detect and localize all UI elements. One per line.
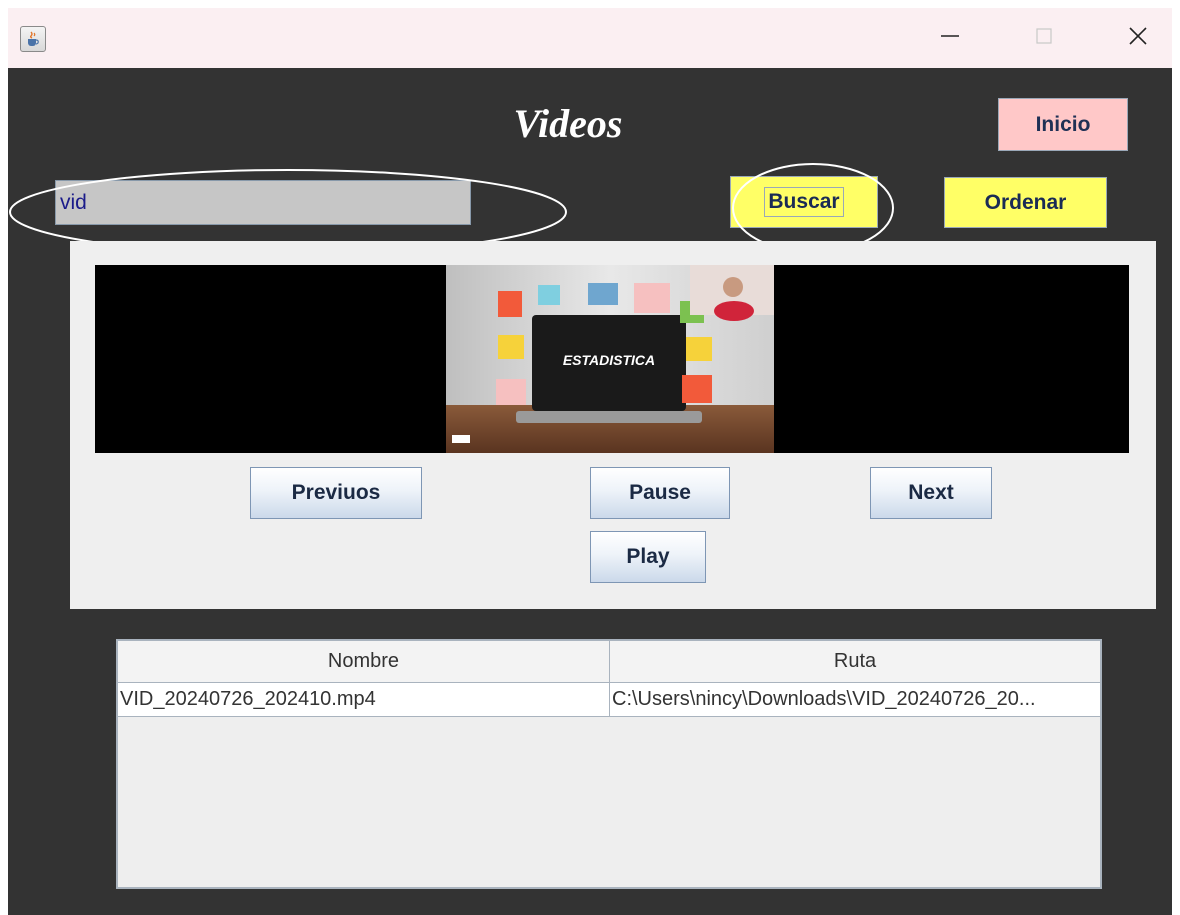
- app-window: Videos Inicio Buscar Ordenar: [8, 8, 1172, 915]
- thumbnail-title: ESTADISTICA: [563, 352, 655, 368]
- play-button[interactable]: Play: [590, 531, 706, 583]
- video-player[interactable]: ESTADISTICA: [95, 265, 1129, 453]
- main-panel: Videos Inicio Buscar Ordenar: [8, 68, 1172, 915]
- minimize-icon[interactable]: [920, 8, 980, 64]
- cell-nombre: VID_20240726_202410.mp4: [118, 683, 610, 716]
- ordenar-button[interactable]: Ordenar: [944, 177, 1107, 228]
- inicio-button[interactable]: Inicio: [998, 98, 1128, 151]
- column-header-ruta[interactable]: Ruta: [610, 641, 1100, 683]
- title-bar: [8, 8, 1172, 68]
- player-panel: ESTADISTICA Previuos Pause Next Play: [70, 241, 1156, 609]
- buscar-label: Buscar: [764, 187, 844, 217]
- pause-button[interactable]: Pause: [590, 467, 730, 519]
- page-title: Videos: [513, 101, 623, 146]
- maximize-icon[interactable]: [1014, 8, 1074, 64]
- buscar-button[interactable]: Buscar: [730, 176, 878, 228]
- close-icon[interactable]: [1108, 8, 1168, 64]
- previous-button[interactable]: Previuos: [250, 467, 422, 519]
- video-frame: ESTADISTICA: [446, 265, 774, 453]
- java-cup-icon[interactable]: [20, 26, 46, 52]
- videos-table[interactable]: Nombre Ruta VID_20240726_202410.mp4 C:\U…: [116, 639, 1102, 889]
- table-row[interactable]: VID_20240726_202410.mp4 C:\Users\nincy\D…: [118, 683, 1100, 717]
- column-header-nombre[interactable]: Nombre: [118, 641, 610, 683]
- next-button[interactable]: Next: [870, 467, 992, 519]
- cell-ruta: C:\Users\nincy\Downloads\VID_20240726_20…: [612, 688, 1036, 710]
- search-input[interactable]: [55, 180, 471, 225]
- table-header: Nombre Ruta: [118, 641, 1100, 683]
